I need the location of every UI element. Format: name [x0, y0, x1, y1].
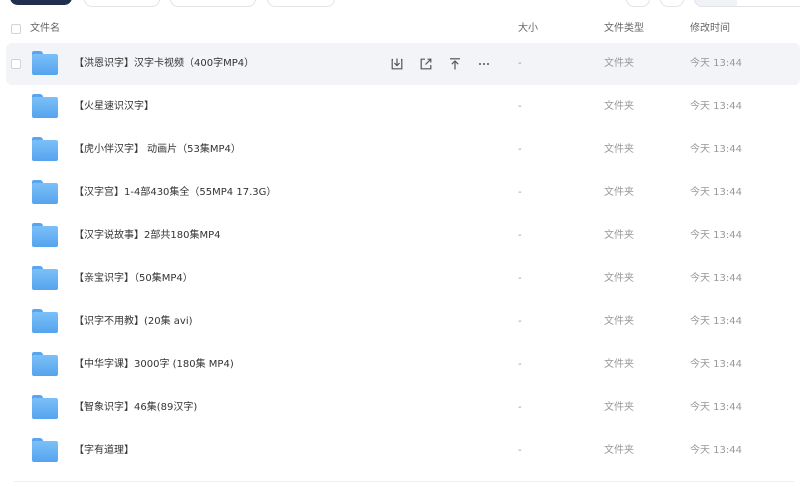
file-name[interactable]: 【识字不用教】(20集 avi)	[74, 301, 193, 343]
file-type: 文件夹	[604, 230, 634, 241]
select-all-checkbox[interactable]	[11, 24, 21, 34]
file-type: 文件夹	[604, 273, 634, 284]
file-size: -	[518, 316, 522, 327]
file-name[interactable]: 【虎小伴汉字】 动画片（53集MP4）	[74, 129, 241, 171]
modified-time: 今天 13:44	[690, 144, 742, 155]
file-list-header: 文件名 大小 文件类型 修改时间	[0, 16, 800, 42]
table-row[interactable]: 【汉字宫】1-4部430集全（55MP4 17.3G） - 文件夹 今天 13:…	[6, 172, 800, 214]
table-row[interactable]: 【虎小伴汉字】 动画片（53集MP4） - 文件夹 今天 13:44	[6, 129, 800, 171]
file-name[interactable]: 【中华字课】3000字 (180集 MP4)	[74, 344, 234, 386]
table-row[interactable]: 【中华字课】3000字 (180集 MP4) - 文件夹 今天 13:44	[6, 344, 800, 386]
table-row[interactable]: 【识字不用教】(20集 avi) - 文件夹 今天 13:44	[6, 301, 800, 343]
table-row[interactable]: 【洪恩识字】汉字卡视频（400字MP4） - 文件夹 今天 13:44	[6, 43, 800, 85]
modified-time: 今天 13:44	[690, 316, 742, 327]
column-name[interactable]: 文件名	[30, 16, 60, 42]
table-row[interactable]: 【火星速识汉字】 - 文件夹 今天 13:44	[6, 86, 800, 128]
file-size: -	[518, 101, 522, 112]
file-size: -	[518, 445, 522, 456]
table-row[interactable]: 【汉字说故事】2部共180集MP4 - 文件夹 今天 13:44	[6, 215, 800, 257]
file-name[interactable]: 【字有道理】	[74, 430, 134, 472]
file-name[interactable]: 【洪恩识字】汉字卡视频（400字MP4）	[74, 43, 254, 85]
folder-icon	[32, 180, 58, 204]
file-size: -	[518, 187, 522, 198]
file-size: -	[518, 144, 522, 155]
folder-icon	[32, 309, 58, 333]
toolbar-primary-button[interactable]	[10, 0, 72, 5]
modified-time: 今天 13:44	[690, 187, 742, 198]
pin-to-top-icon[interactable]	[446, 55, 464, 73]
file-name[interactable]: 【亲宝识字】（50集MP4）	[74, 258, 193, 300]
folder-icon	[32, 223, 58, 247]
file-type: 文件夹	[604, 144, 634, 155]
file-type: 文件夹	[604, 359, 634, 370]
file-size: -	[518, 230, 522, 241]
file-size: -	[518, 402, 522, 413]
file-size: -	[518, 58, 522, 69]
toolbar-button[interactable]	[170, 0, 256, 7]
modified-time: 今天 13:44	[690, 273, 742, 284]
toolbar-icon-button[interactable]	[626, 0, 650, 7]
folder-icon	[32, 438, 58, 462]
file-type: 文件夹	[604, 187, 634, 198]
folder-icon	[32, 51, 58, 75]
download-icon[interactable]	[388, 55, 406, 73]
modified-time: 今天 13:44	[690, 359, 742, 370]
column-modified-time[interactable]: 修改时间	[690, 16, 730, 42]
file-name[interactable]: 【汉字宫】1-4部430集全（55MP4 17.3G）	[74, 172, 276, 214]
modified-time: 今天 13:44	[690, 230, 742, 241]
file-size: -	[518, 273, 522, 284]
file-name[interactable]: 【火星速识汉字】	[74, 86, 154, 128]
modified-time: 今天 13:44	[690, 101, 742, 112]
modified-time: 今天 13:44	[690, 58, 742, 69]
table-row[interactable]: 【亲宝识字】（50集MP4） - 文件夹 今天 13:44	[6, 258, 800, 300]
file-type: 文件夹	[604, 316, 634, 327]
share-icon[interactable]	[417, 55, 435, 73]
view-toggle[interactable]	[694, 0, 800, 7]
folder-icon	[32, 94, 58, 118]
table-row[interactable]: 【字有道理】 - 文件夹 今天 13:44	[6, 430, 800, 472]
file-type: 文件夹	[604, 402, 634, 413]
file-name[interactable]: 【智象识字】46集(89汉字)	[74, 387, 197, 429]
toolbar-button[interactable]	[267, 0, 335, 7]
divider	[14, 481, 794, 482]
folder-icon	[32, 395, 58, 419]
folder-icon	[32, 266, 58, 290]
toolbar-icon-button[interactable]	[660, 0, 684, 7]
file-size: -	[518, 359, 522, 370]
modified-time: 今天 13:44	[690, 445, 742, 456]
table-row[interactable]: 【智象识字】46集(89汉字) - 文件夹 今天 13:44	[6, 387, 800, 429]
column-type[interactable]: 文件类型	[604, 16, 644, 42]
file-type: 文件夹	[604, 58, 634, 69]
column-size[interactable]: 大小	[518, 16, 538, 42]
file-type: 文件夹	[604, 445, 634, 456]
file-type: 文件夹	[604, 101, 634, 112]
more-icon[interactable]	[475, 55, 493, 73]
folder-icon	[32, 352, 58, 376]
file-name[interactable]: 【汉字说故事】2部共180集MP4	[74, 215, 220, 257]
modified-time: 今天 13:44	[690, 402, 742, 413]
folder-icon	[32, 137, 58, 161]
toolbar-button[interactable]	[84, 0, 160, 7]
row-checkbox[interactable]	[11, 59, 21, 69]
